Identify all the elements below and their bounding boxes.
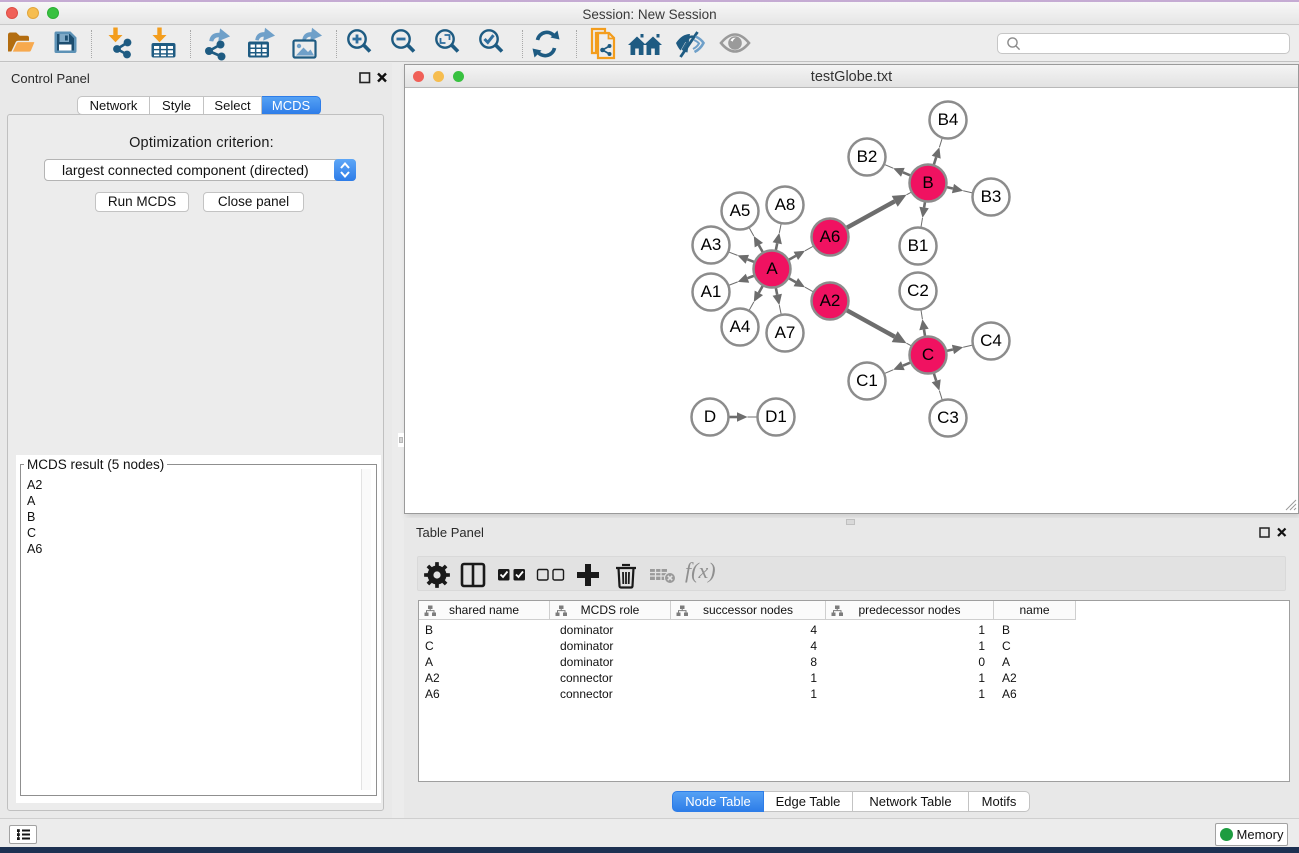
svg-text:A7: A7 — [775, 323, 796, 342]
svg-text:A8: A8 — [775, 195, 796, 214]
svg-text:C: C — [922, 345, 934, 364]
svg-text:A2: A2 — [820, 291, 841, 310]
svg-text:C1: C1 — [856, 371, 878, 390]
svg-text:B: B — [922, 173, 933, 192]
svg-text:A1: A1 — [701, 282, 722, 301]
svg-text:C2: C2 — [907, 281, 929, 300]
svg-text:A4: A4 — [730, 317, 751, 336]
svg-text:D1: D1 — [765, 407, 787, 426]
svg-text:B2: B2 — [857, 147, 878, 166]
svg-text:B1: B1 — [908, 236, 929, 255]
svg-text:A3: A3 — [701, 235, 722, 254]
svg-text:D: D — [704, 407, 716, 426]
svg-text:C4: C4 — [980, 331, 1002, 350]
svg-text:A: A — [766, 259, 778, 278]
svg-text:B3: B3 — [981, 187, 1002, 206]
svg-text:C3: C3 — [937, 408, 959, 427]
svg-text:A5: A5 — [730, 201, 751, 220]
svg-text:A6: A6 — [820, 227, 841, 246]
svg-text:B4: B4 — [938, 110, 959, 129]
